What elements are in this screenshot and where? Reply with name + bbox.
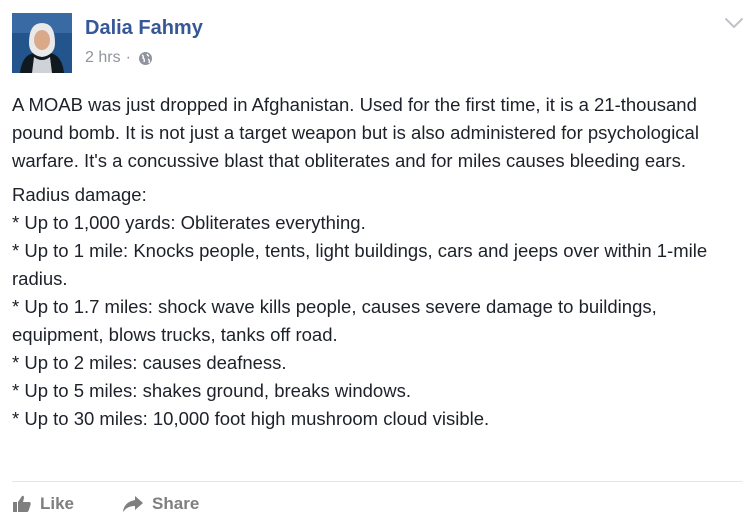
post-paragraph: * Up to 30 miles: 10,000 foot high mushr… — [12, 408, 490, 429]
avatar[interactable] — [12, 13, 72, 73]
post-paragraph: Radius damage: — [12, 184, 147, 205]
like-label: Like — [40, 494, 75, 513]
post-paragraph: * Up to 1,000 yards: Obliterates everyth… — [12, 212, 366, 233]
meta-separator: · — [125, 49, 131, 66]
post-paragraph: A MOAB was just dropped in Afghanistan. … — [12, 94, 699, 171]
globe-icon[interactable] — [138, 51, 153, 66]
share-label: Share — [152, 494, 200, 513]
share-button[interactable]: Share — [122, 494, 199, 514]
author-name[interactable]: Dalia Fahmy — [85, 17, 203, 40]
post-paragraph: * Up to 5 miles: shakes ground, breaks w… — [12, 380, 411, 401]
post-timestamp[interactable]: 2 hrs — [85, 49, 121, 67]
post-paragraph: * Up to 1 mile: Knocks people, tents, li… — [12, 240, 708, 289]
like-button[interactable]: Like — [12, 494, 74, 514]
divider — [12, 481, 742, 482]
thumbs-up-icon — [13, 495, 31, 512]
chevron-down-icon[interactable] — [724, 16, 744, 30]
post-paragraph: * Up to 2 miles: causes deafness. — [12, 352, 287, 373]
share-arrow-icon — [123, 496, 144, 512]
post-card: Dalia Fahmy 2 hrs · A MOAB was just drop… — [0, 0, 754, 525]
post-body: A MOAB was just dropped in Afghanistan. … — [12, 91, 742, 433]
action-bar: Like Share — [12, 490, 247, 518]
post-paragraph: * Up to 1.7 miles: shock wave kills peop… — [12, 296, 657, 345]
post-meta: 2 hrs · — [85, 49, 153, 67]
